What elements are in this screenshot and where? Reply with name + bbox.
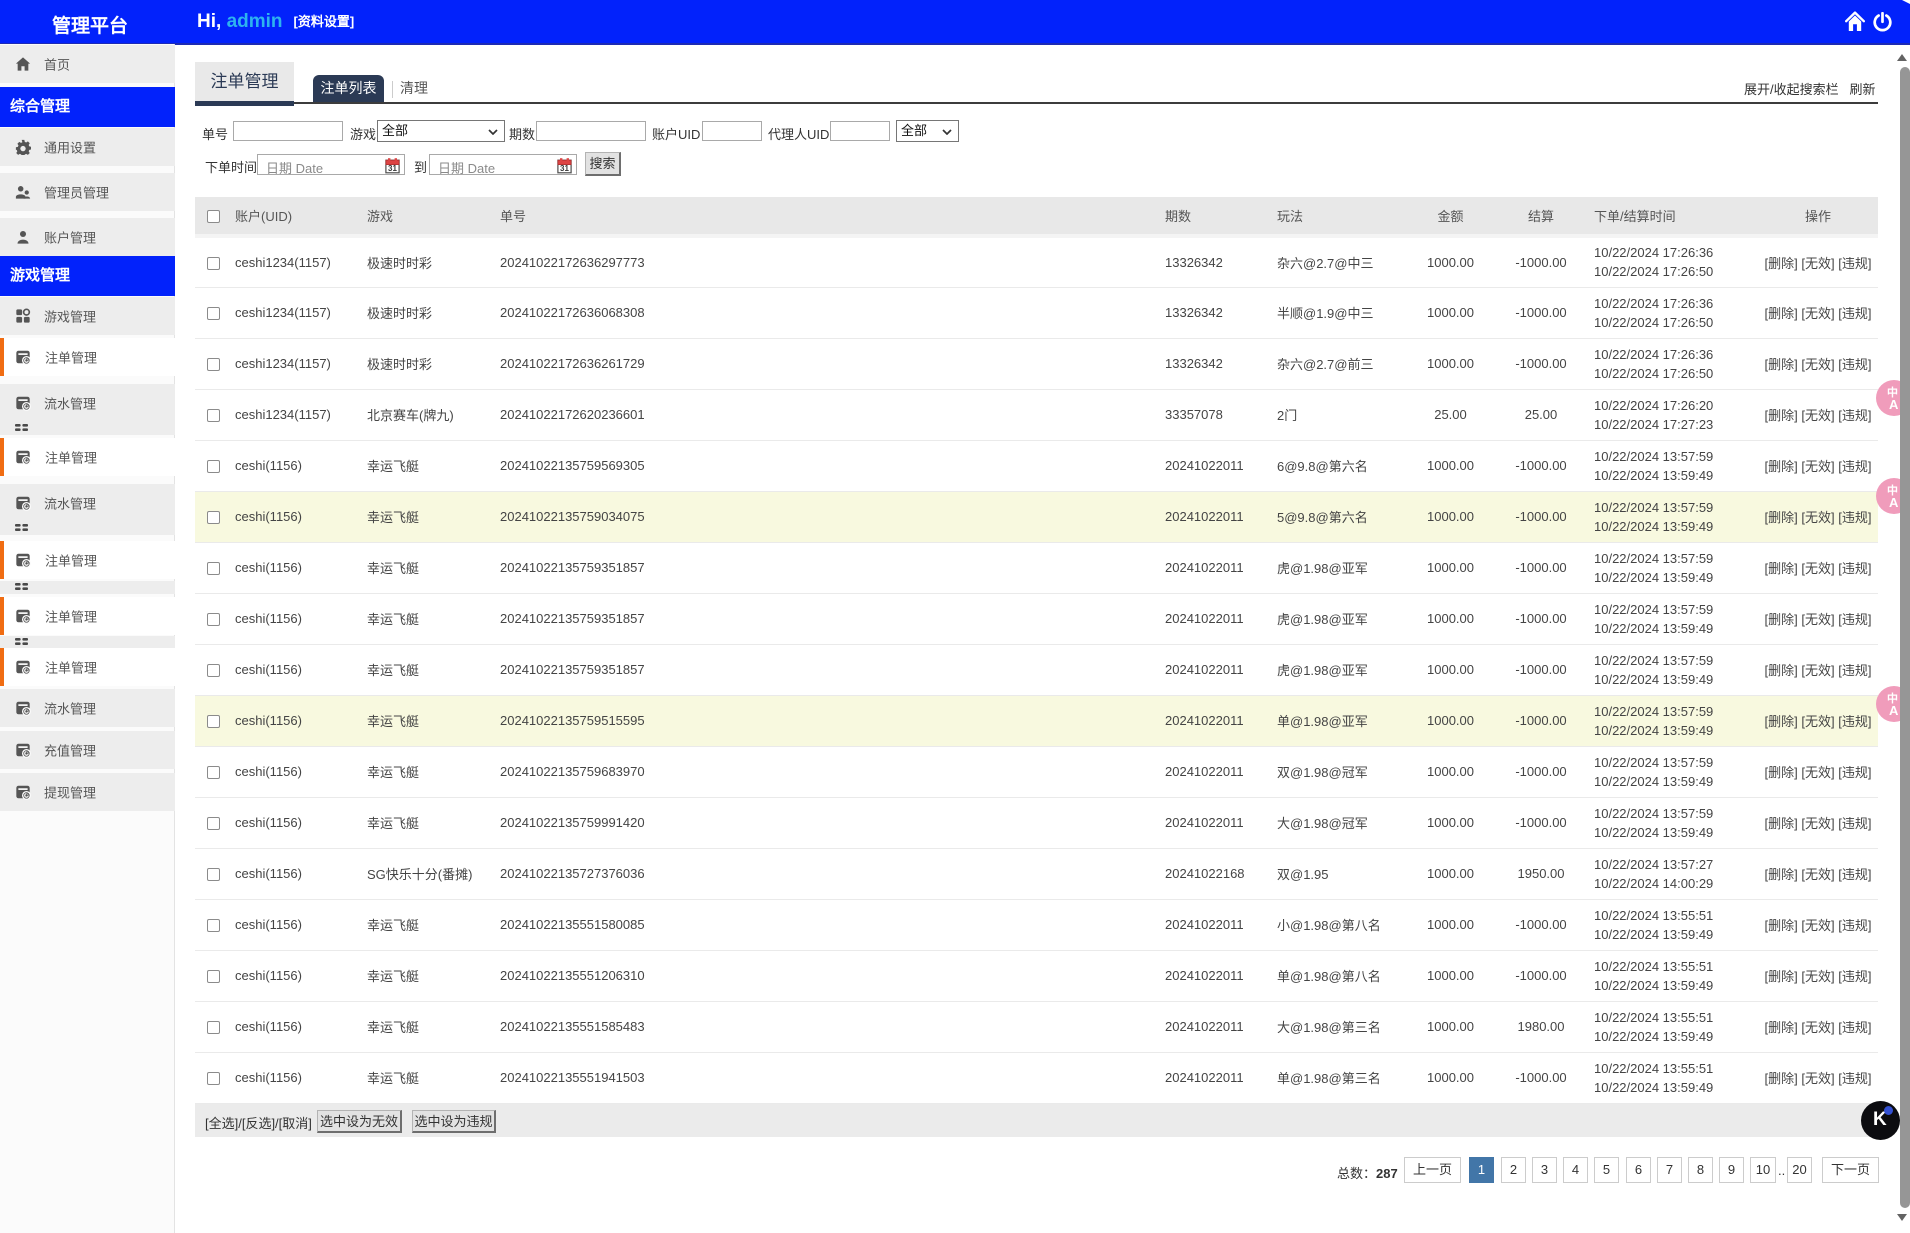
svg-text:31: 31 bbox=[560, 164, 569, 173]
svg-text:31: 31 bbox=[388, 164, 397, 173]
